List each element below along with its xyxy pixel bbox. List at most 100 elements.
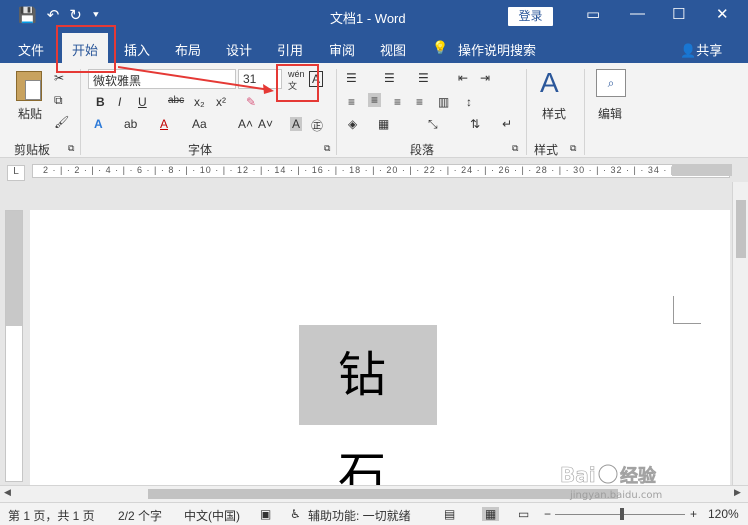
close-icon[interactable]: ✕ [716, 5, 729, 23]
read-mode-icon[interactable]: ▤ [444, 507, 455, 521]
paragraph-group-label: 段落 [410, 143, 435, 157]
shading-icon[interactable]: ◈ [348, 117, 357, 131]
subscript-icon[interactable]: x₂ [194, 95, 205, 109]
align-right-icon[interactable]: ≡ [394, 95, 401, 109]
zoom-in-icon[interactable]: + [690, 507, 697, 521]
show-marks-icon[interactable]: ↵ [502, 117, 512, 131]
horizontal-scroll-thumb[interactable] [148, 489, 618, 499]
decrease-indent-icon[interactable]: ⇤ [458, 71, 468, 85]
clipboard-group-label: 剪贴板 [14, 143, 51, 157]
increase-indent-icon[interactable]: ⇥ [480, 71, 490, 85]
sort-icon[interactable]: ⇅ [470, 117, 480, 131]
numbering-icon[interactable]: ☰ [384, 71, 395, 85]
bold-icon[interactable]: B [96, 95, 105, 109]
styles-launcher-icon[interactable]: ⧉ [570, 143, 576, 154]
redo-icon[interactable]: ↻ [69, 6, 82, 24]
align-left-icon[interactable]: ≡ [348, 95, 355, 109]
print-layout-icon[interactable]: ▦ [482, 507, 500, 521]
paragraph-launcher-icon[interactable]: ⧉ [512, 143, 518, 154]
paste-icon[interactable] [16, 71, 42, 101]
character-shading-icon[interactable]: A [290, 117, 303, 131]
clipboard-launcher-icon[interactable]: ⧉ [68, 143, 74, 154]
tab-design[interactable]: 设计 [226, 40, 252, 59]
zoom-level[interactable]: 120% [708, 507, 739, 521]
ruler-margin [672, 164, 732, 176]
tab-file[interactable]: 文件 [18, 40, 44, 59]
web-layout-icon[interactable]: ▭ [518, 507, 529, 521]
selected-text[interactable]: 钻 石 [299, 325, 437, 503]
tab-review[interactable]: 审阅 [329, 40, 355, 59]
borders-icon[interactable]: ▦ [378, 117, 389, 131]
language-status[interactable]: 中文(中国) [184, 507, 240, 524]
change-case-icon[interactable]: Aa [192, 117, 207, 131]
margin-corner-mark [673, 296, 701, 324]
shrink-font-icon[interactable]: A˅ [258, 117, 273, 131]
find-icon[interactable]: ⌕ [596, 69, 626, 97]
page-count[interactable]: 第 1 页，共 1 页 [8, 507, 95, 524]
italic-icon[interactable]: I [118, 95, 121, 109]
ribbon-display-options-icon[interactable]: ▭ [586, 5, 600, 23]
svg-text:jingyan.baidu.com: jingyan.baidu.com [569, 490, 662, 500]
styles-icon[interactable]: A [540, 67, 559, 99]
paste-button[interactable]: 粘贴 [18, 105, 42, 122]
maximize-icon[interactable]: ☐ [672, 5, 685, 23]
align-center-icon[interactable]: ≡ [368, 93, 382, 107]
person-icon: 👤 [680, 43, 697, 58]
ruler-bar[interactable]: 2 · | · 2 · | · 4 · | · 6 · | · 8 · | · … [32, 164, 730, 178]
baidu-watermark: Bai 经验 jingyan.baidu.com [560, 460, 740, 501]
status-bar: 第 1 页，共 1 页 2/2 个字 中文(中国) ▣ ♿ 辅助功能: 一切就绪… [0, 502, 748, 525]
styles-button[interactable]: 样式 [542, 105, 566, 122]
vertical-scrollbar[interactable] [732, 182, 748, 485]
text-effects-icon[interactable]: A [94, 117, 103, 131]
accessibility-status[interactable]: 辅助功能: 一切就绪 [308, 507, 411, 524]
tab-layout[interactable]: 布局 [175, 40, 201, 59]
word-count[interactable]: 2/2 个字 [118, 507, 162, 524]
zoom-out-icon[interactable]: − [544, 507, 551, 521]
vertical-ruler-margin [6, 211, 22, 326]
ribbon-separator [526, 69, 527, 155]
line-spacing-icon[interactable]: ↕ [466, 95, 472, 109]
minimize-icon[interactable]: — [630, 5, 645, 22]
cut-icon[interactable]: ✂ [54, 71, 64, 85]
ribbon-separator [584, 69, 585, 155]
multilevel-list-icon[interactable]: ☰ [418, 71, 429, 85]
bullets-icon[interactable]: ☰ [346, 71, 357, 85]
styles-group-label: 样式 [534, 143, 559, 157]
lightbulb-icon: 💡 [432, 40, 449, 55]
zoom-slider-thumb[interactable] [620, 508, 624, 520]
font-group-label: 字体 [188, 143, 213, 157]
copy-icon[interactable]: ⧉ [54, 93, 63, 108]
format-painter-icon[interactable]: 🖌 [54, 115, 69, 129]
underline-icon[interactable]: U [138, 95, 147, 109]
ribbon-separator [80, 69, 81, 155]
strikethrough-icon[interactable]: abc [168, 95, 184, 106]
share-button[interactable]: 👤共享 [680, 40, 722, 59]
chinese-layout-icon[interactable]: ⤡ [428, 117, 438, 132]
superscript-icon[interactable]: x² [216, 95, 226, 109]
undo-icon[interactable]: ↶ [47, 6, 60, 24]
tab-view[interactable]: 视图 [380, 40, 406, 59]
font-color-icon[interactable]: A [160, 117, 168, 131]
justify-icon[interactable]: ≡ [416, 95, 423, 109]
macro-record-icon[interactable]: ▣ [260, 507, 271, 521]
svg-text:Bai: Bai [560, 463, 596, 487]
scroll-left-icon[interactable]: ◀ [4, 487, 11, 498]
save-icon[interactable]: 💾 [18, 6, 37, 24]
highlight-color-icon[interactable]: ab [124, 117, 137, 131]
login-button[interactable]: 登录 [508, 7, 553, 26]
horizontal-ruler: L 2 · | · 2 · | · 4 · | · 6 · | · 8 · | … [0, 160, 748, 182]
clear-formatting-icon[interactable]: ✎ [246, 95, 256, 109]
tell-me-search[interactable]: 操作说明搜索 [458, 40, 536, 59]
tab-selector-icon[interactable]: L [7, 165, 25, 181]
tab-insert[interactable]: 插入 [124, 40, 150, 59]
edit-button[interactable]: 编辑 [598, 105, 622, 122]
enclose-characters-icon[interactable]: ㊣ [311, 117, 323, 134]
accessibility-icon[interactable]: ♿ [290, 507, 301, 521]
vertical-scroll-thumb[interactable] [736, 200, 746, 258]
font-launcher-icon[interactable]: ⧉ [324, 143, 330, 154]
customize-qat-icon[interactable]: ⯆ [92, 10, 100, 21]
grow-font-icon[interactable]: A˄ [238, 117, 253, 131]
tab-references[interactable]: 引用 [277, 40, 303, 59]
distributed-icon[interactable]: ▥ [438, 95, 449, 109]
vertical-ruler[interactable] [5, 210, 23, 482]
